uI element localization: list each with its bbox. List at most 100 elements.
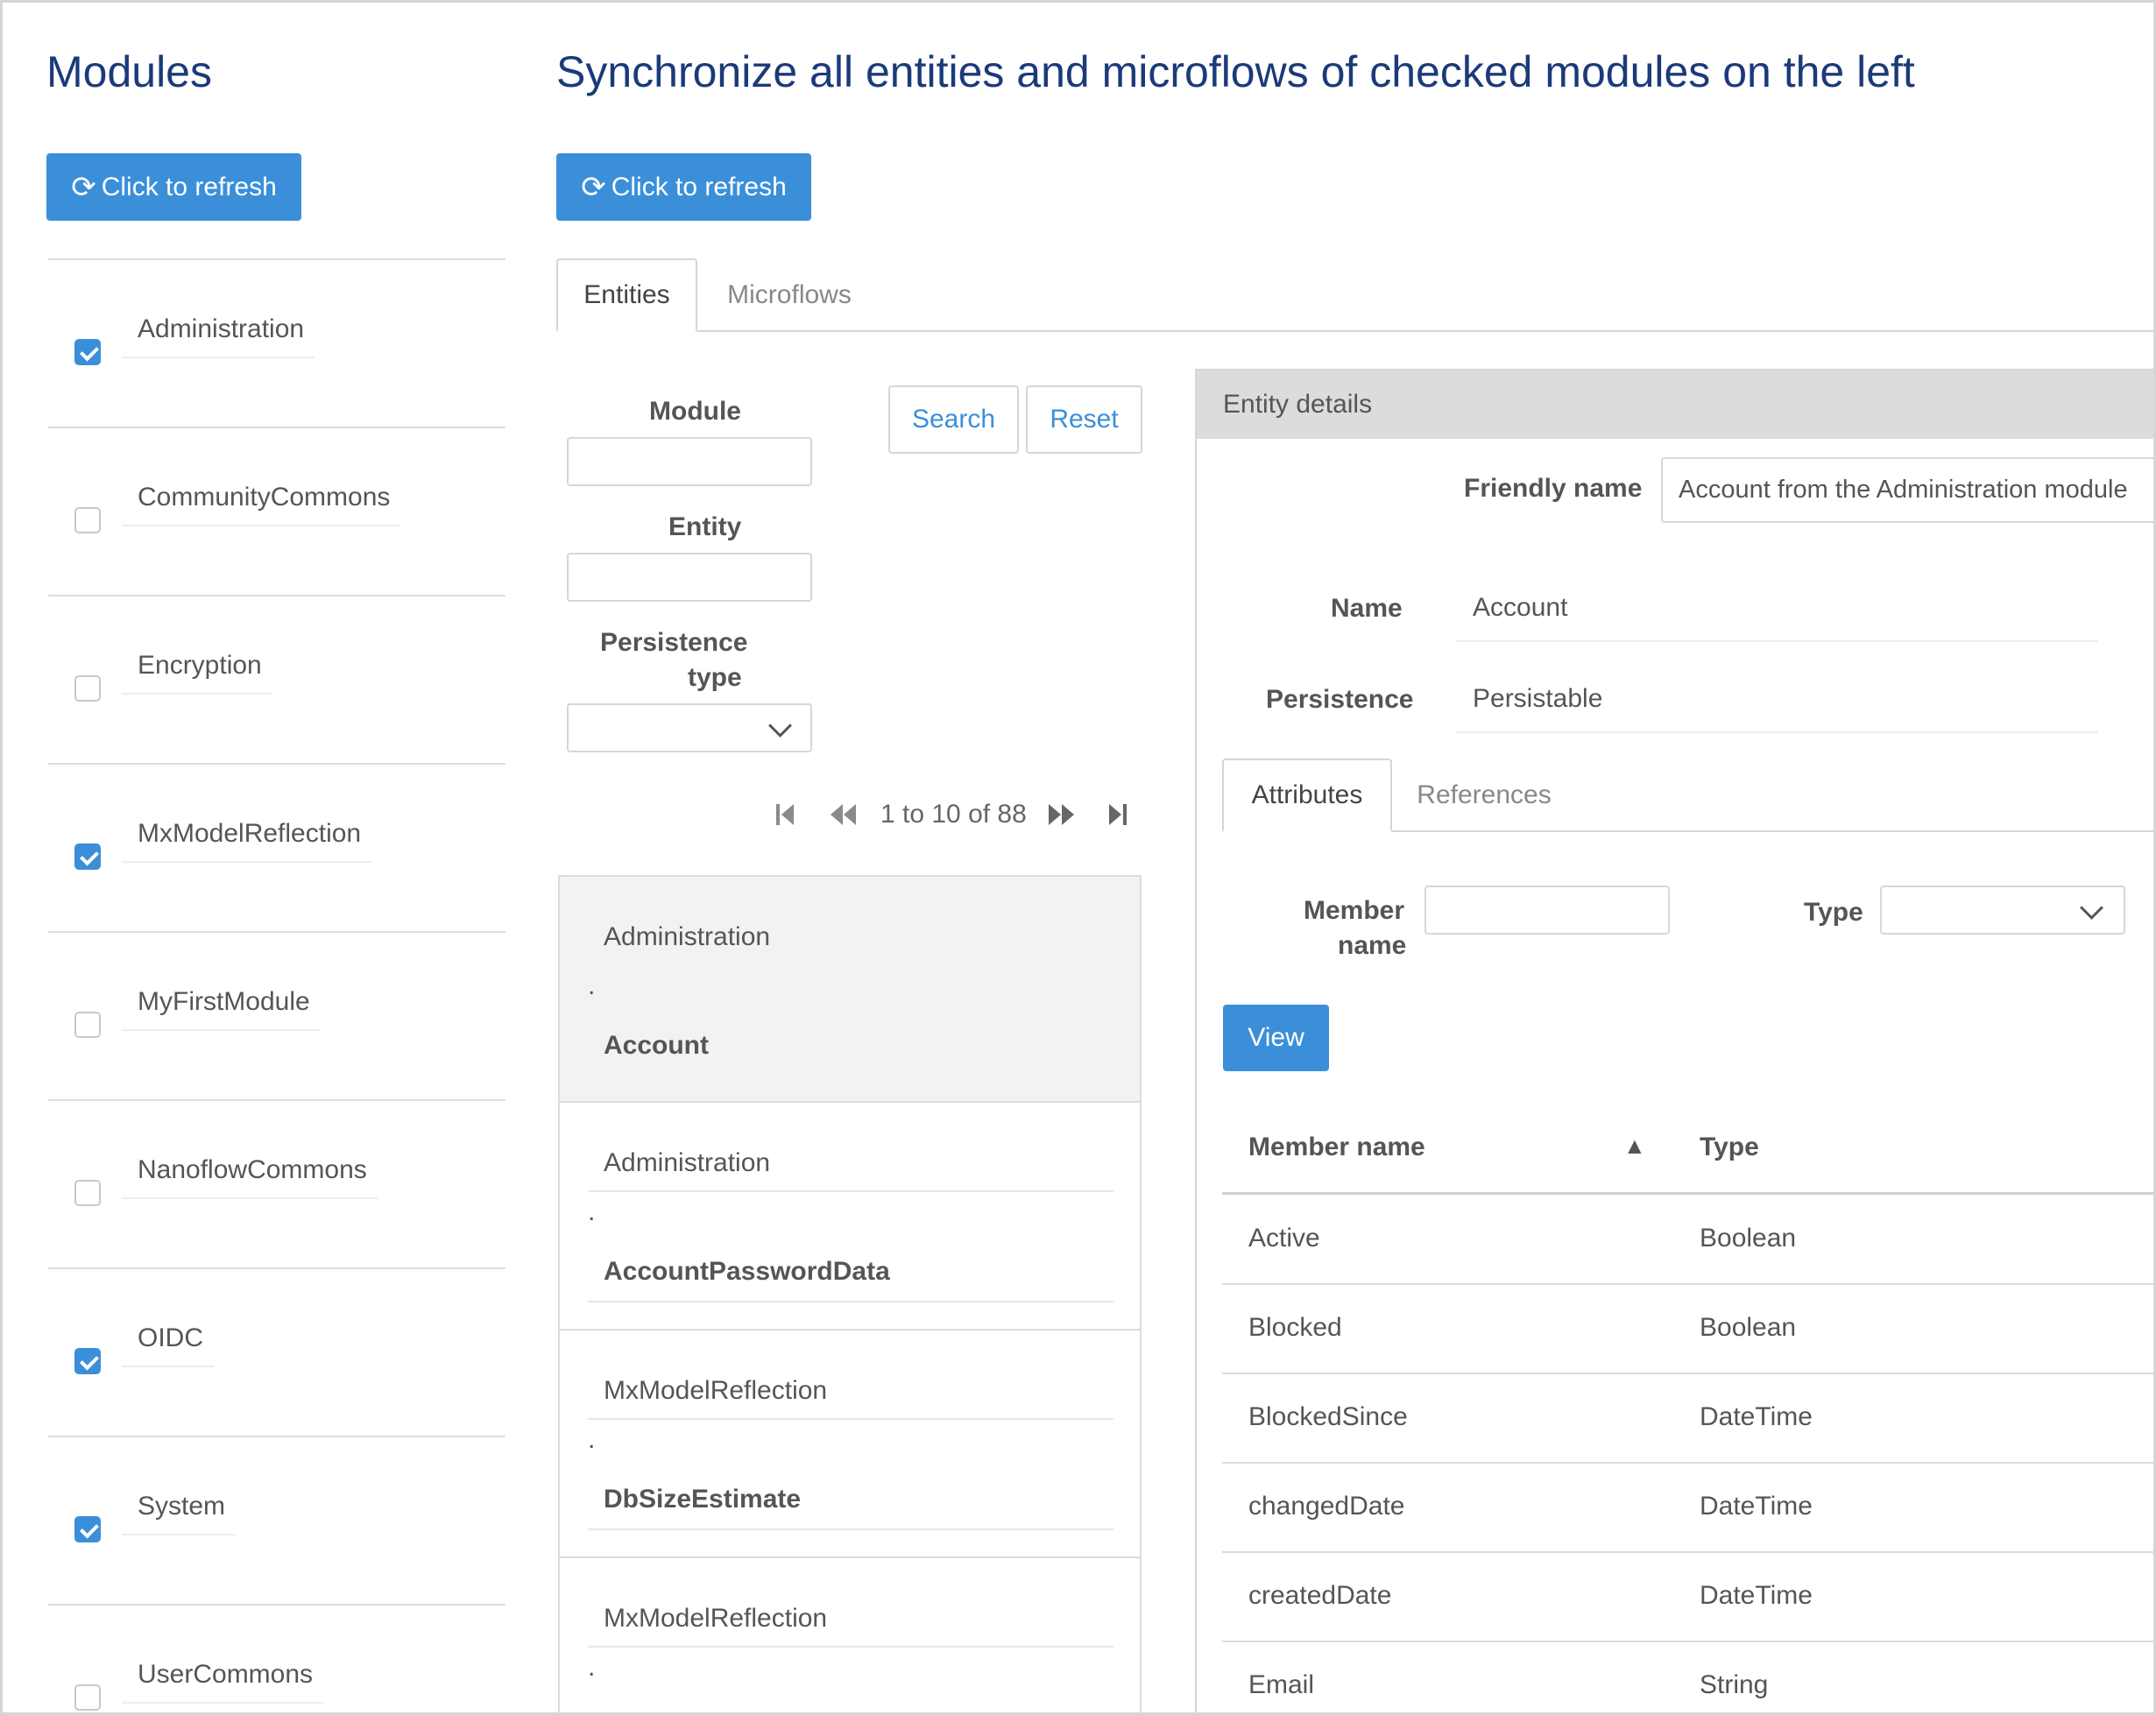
- module-row[interactable]: MxModelReflection: [48, 763, 505, 931]
- entity-name: DbSizeEstimate: [604, 1485, 802, 1514]
- module-label: Administration: [122, 314, 315, 358]
- persistence-field: Persistable: [1455, 665, 2098, 733]
- view-button[interactable]: View: [1223, 1005, 1329, 1071]
- entity-module-underline: [588, 1646, 1113, 1648]
- persistence-filter-label-2: type: [688, 663, 742, 692]
- module-row[interactable]: Encryption: [48, 595, 505, 763]
- table-row[interactable]: Email String: [1222, 1641, 2153, 1712]
- attribute-member-name: createdDate: [1248, 1581, 1392, 1610]
- tab-references[interactable]: References: [1392, 759, 1576, 832]
- next-page-icon[interactable]: [1047, 801, 1077, 828]
- tab-attributes[interactable]: Attributes: [1222, 759, 1392, 832]
- friendly-name-field[interactable]: Account from the Administration module: [1661, 457, 2153, 523]
- module-checkbox[interactable]: [74, 1012, 101, 1038]
- member-name-column-header[interactable]: Member name: [1248, 1133, 1425, 1162]
- table-row[interactable]: Blocked Boolean: [1222, 1283, 2153, 1374]
- sync-refresh-button[interactable]: ⟳ Click to refresh: [556, 153, 811, 221]
- attribute-member-name: Blocked: [1248, 1313, 1342, 1342]
- persistence-type-select[interactable]: [567, 703, 812, 752]
- entity-name-underline: [588, 1528, 1113, 1530]
- table-row[interactable]: Active Boolean: [1222, 1194, 2153, 1285]
- table-row[interactable]: createdDate DateTime: [1222, 1551, 2153, 1642]
- attribute-member-name: changedDate: [1248, 1492, 1405, 1521]
- module-checkbox[interactable]: [74, 339, 101, 365]
- attributes-table-header: Member name ▲ Type: [1222, 1103, 2153, 1195]
- entity-module-name: MxModelReflection: [604, 1376, 828, 1405]
- app-window: Modules ⟳ Click to refresh Administratio…: [0, 0, 2156, 1715]
- attribute-type: DateTime: [1700, 1581, 1813, 1610]
- module-checkbox[interactable]: [74, 1180, 101, 1206]
- module-row[interactable]: OIDC: [48, 1267, 505, 1436]
- attribute-type: DateTime: [1700, 1402, 1813, 1431]
- previous-page-icon[interactable]: [829, 801, 859, 828]
- module-label: OIDC: [122, 1323, 214, 1367]
- entity-filter-label: Entity: [668, 512, 742, 541]
- module-row[interactable]: NanoflowCommons: [48, 1099, 505, 1267]
- last-page-icon[interactable]: [1108, 801, 1127, 828]
- module-checkbox[interactable]: [74, 1348, 101, 1374]
- module-label: UserCommons: [122, 1660, 324, 1704]
- entity-module-name: Administration: [604, 1148, 771, 1177]
- member-name-input[interactable]: [1424, 886, 1670, 935]
- module-label: MyFirstModule: [122, 987, 321, 1031]
- module-checkbox[interactable]: [74, 843, 101, 870]
- attribute-member-name: BlockedSince: [1248, 1402, 1408, 1431]
- module-label: NanoflowCommons: [122, 1155, 378, 1199]
- persistence-label: Persistence: [1266, 685, 1414, 714]
- entity-details-title: Entity details: [1223, 390, 1373, 419]
- entity-name: AccountPasswordData: [604, 1257, 890, 1286]
- module-row[interactable]: Administration: [48, 258, 505, 427]
- modules-refresh-button[interactable]: ⟳ Click to refresh: [46, 153, 301, 221]
- chevron-down-icon: [768, 714, 792, 738]
- type-filter-label: Type: [1804, 898, 1863, 927]
- reset-button[interactable]: Reset: [1026, 385, 1142, 454]
- sync-title: Synchronize all entities and microflows …: [556, 47, 1915, 96]
- module-label: CommunityCommons: [122, 483, 401, 526]
- attribute-member-name: Email: [1248, 1670, 1315, 1699]
- sort-ascending-icon[interactable]: ▲: [1623, 1133, 1646, 1160]
- entity-list-item[interactable]: MxModelReflection. DbSizeEstimate: [558, 1330, 1142, 1558]
- entity-details-header: Entity details: [1197, 371, 2153, 439]
- sync-refresh-label: Click to refresh: [611, 172, 787, 201]
- entity-module-underline: [588, 1418, 1113, 1420]
- type-filter-select[interactable]: [1880, 886, 2125, 935]
- module-row[interactable]: System: [48, 1436, 505, 1604]
- tab-entities[interactable]: Entities: [556, 258, 697, 332]
- name-value: Account: [1473, 593, 1568, 622]
- attribute-type: Boolean: [1700, 1224, 1797, 1253]
- entity-list-item-selected[interactable]: Administration. Account: [558, 875, 1142, 1103]
- member-name-label-1: Member: [1304, 896, 1405, 925]
- module-checkbox[interactable]: [74, 1684, 101, 1711]
- pagination-summary: 1 to 10 of 88: [880, 800, 1027, 829]
- module-row[interactable]: MyFirstModule: [48, 931, 505, 1099]
- module-row[interactable]: CommunityCommons: [48, 427, 505, 595]
- module-filter-input[interactable]: [567, 437, 812, 486]
- first-page-icon[interactable]: [775, 801, 795, 828]
- module-checkbox[interactable]: [74, 1516, 101, 1542]
- table-row[interactable]: changedDate DateTime: [1222, 1462, 2153, 1553]
- module-row[interactable]: UserCommons: [48, 1604, 505, 1712]
- entity-module-underline: [588, 1190, 1113, 1192]
- attribute-type: Boolean: [1700, 1313, 1797, 1342]
- type-column-header[interactable]: Type: [1700, 1133, 1759, 1162]
- module-filter-label: Module: [649, 397, 741, 426]
- module-label: MxModelReflection: [122, 819, 372, 863]
- entity-list-item[interactable]: MxModelReflection.: [558, 1558, 1142, 1712]
- entity-separator: .: [588, 1425, 596, 1454]
- search-button[interactable]: Search: [888, 385, 1019, 454]
- tab-microflows[interactable]: Microflows: [697, 258, 881, 332]
- entity-module-name: Administration: [604, 922, 771, 951]
- entity-list-item[interactable]: Administration. AccountPasswordData: [558, 1103, 1142, 1330]
- module-label: Encryption: [122, 651, 272, 695]
- modules-title: Modules: [46, 47, 212, 96]
- module-checkbox[interactable]: [74, 675, 101, 702]
- entity-separator: .: [588, 1653, 596, 1682]
- module-checkbox[interactable]: [74, 507, 101, 533]
- attribute-type: DateTime: [1700, 1492, 1813, 1521]
- table-row[interactable]: BlockedSince DateTime: [1222, 1373, 2153, 1464]
- entity-filter-input[interactable]: [567, 553, 812, 602]
- attribute-member-name: Active: [1248, 1224, 1320, 1253]
- member-name-label-2: name: [1338, 931, 1407, 960]
- refresh-icon: ⟳: [71, 170, 96, 204]
- friendly-name-label: Friendly name: [1464, 474, 1643, 503]
